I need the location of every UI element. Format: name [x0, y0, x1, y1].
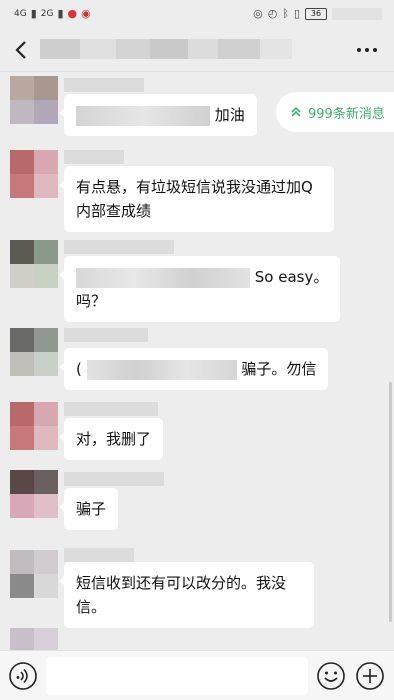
signal-indicator-1: 4G [14, 8, 27, 19]
message-text: 骗子。勿信 [241, 360, 317, 378]
bluetooth-icon: ᛒ [282, 7, 289, 20]
message-prefix: ( [76, 360, 82, 378]
message-bubble[interactable]: 有点悬，有垃圾短信说我没通过加Q内部查成绩 [59, 166, 334, 232]
input-bar [0, 650, 394, 700]
chevron-left-icon[interactable] [10, 36, 34, 64]
battery-indicator: 36 [305, 7, 327, 20]
location-icon: ● [67, 7, 78, 20]
sender-name-redacted [64, 548, 134, 562]
message-list[interactable]: 加油 999条新消息 有点悬，有垃圾短信说我没通过加Q内部查成绩 So easy… [0, 72, 394, 650]
sender-name-redacted [64, 328, 148, 342]
redacted-text [76, 267, 250, 288]
message-text: 加油 [214, 106, 245, 124]
vibrate-icon: ▯ [293, 7, 300, 20]
emoji-icon[interactable] [316, 661, 346, 691]
avatar[interactable] [10, 328, 58, 376]
double-chevron-up-icon [291, 106, 301, 117]
new-messages-button[interactable]: 999条新消息 [276, 92, 394, 132]
sender-name-redacted [64, 150, 124, 164]
chat-title-redacted [40, 39, 320, 59]
message-text: So easy。 [254, 268, 329, 286]
avatar[interactable] [10, 628, 58, 650]
list-item: 对，我删了 [0, 402, 394, 472]
sender-name-redacted [64, 240, 174, 254]
avatar[interactable] [10, 76, 58, 124]
avatar[interactable] [10, 550, 58, 598]
redacted-text [76, 105, 210, 126]
message-text: 骗子 [76, 500, 107, 518]
eye-icon: ◎ [253, 7, 263, 20]
sender-name-redacted [64, 402, 158, 416]
sender-name-redacted [64, 78, 144, 92]
list-item: So easy。 吗？ [0, 240, 394, 336]
voice-icon[interactable] [8, 661, 38, 691]
message-bubble[interactable]: 加油 [59, 94, 257, 136]
message-bubble[interactable]: 对，我删了 [58, 418, 164, 460]
avatar[interactable] [10, 470, 58, 518]
message-input[interactable] [46, 657, 308, 695]
sender-name-redacted [64, 472, 164, 486]
message-bubble[interactable]: So easy。 吗？ [58, 256, 341, 322]
status-blur [332, 7, 382, 20]
list-item: 有点悬，有垃圾短信说我没通过加Q内部查成绩 [0, 150, 394, 242]
message-text: 吗？ [76, 292, 107, 310]
avatar[interactable] [10, 150, 58, 198]
alarm-icon: ◴ [267, 7, 278, 20]
signal-indicator-2: 2G [40, 8, 54, 19]
chat-header [0, 28, 394, 72]
avatar[interactable] [10, 402, 58, 450]
message-bubble[interactable]: 骗子 [58, 488, 119, 530]
more-dots-icon[interactable] [354, 40, 380, 60]
redacted-text [86, 359, 237, 380]
signal-bars-icon: ▮ [57, 7, 64, 20]
avatar[interactable] [10, 240, 58, 288]
list-item: ( 骗子。勿信 [0, 328, 394, 408]
message-bubble[interactable]: ( 骗子。勿信 [58, 348, 329, 390]
list-item: 骗子 [0, 470, 394, 550]
message-text: 有点悬，有垃圾短信说我没通过加Q内部查成绩 [76, 178, 313, 220]
plus-icon[interactable] [355, 661, 385, 691]
new-messages-label: 999条新消息 [308, 106, 385, 122]
scrollbar[interactable] [389, 382, 392, 622]
list-item: 短信收到还有可以改分的。我没信。 [0, 548, 394, 650]
message-text: 短信收到还有可以改分的。我没信。 [76, 574, 287, 616]
app-notification-icon: ◉ [81, 7, 91, 20]
message-bubble[interactable]: 短信收到还有可以改分的。我没信。 [59, 562, 314, 628]
signal-bars-icon: ▮ [30, 7, 37, 20]
status-bar: 4G ▮ 2G ▮ ● ◉ ◎ ◴ ᛒ ▯ 36 [0, 0, 394, 28]
message-text: 对，我删了 [76, 430, 152, 448]
